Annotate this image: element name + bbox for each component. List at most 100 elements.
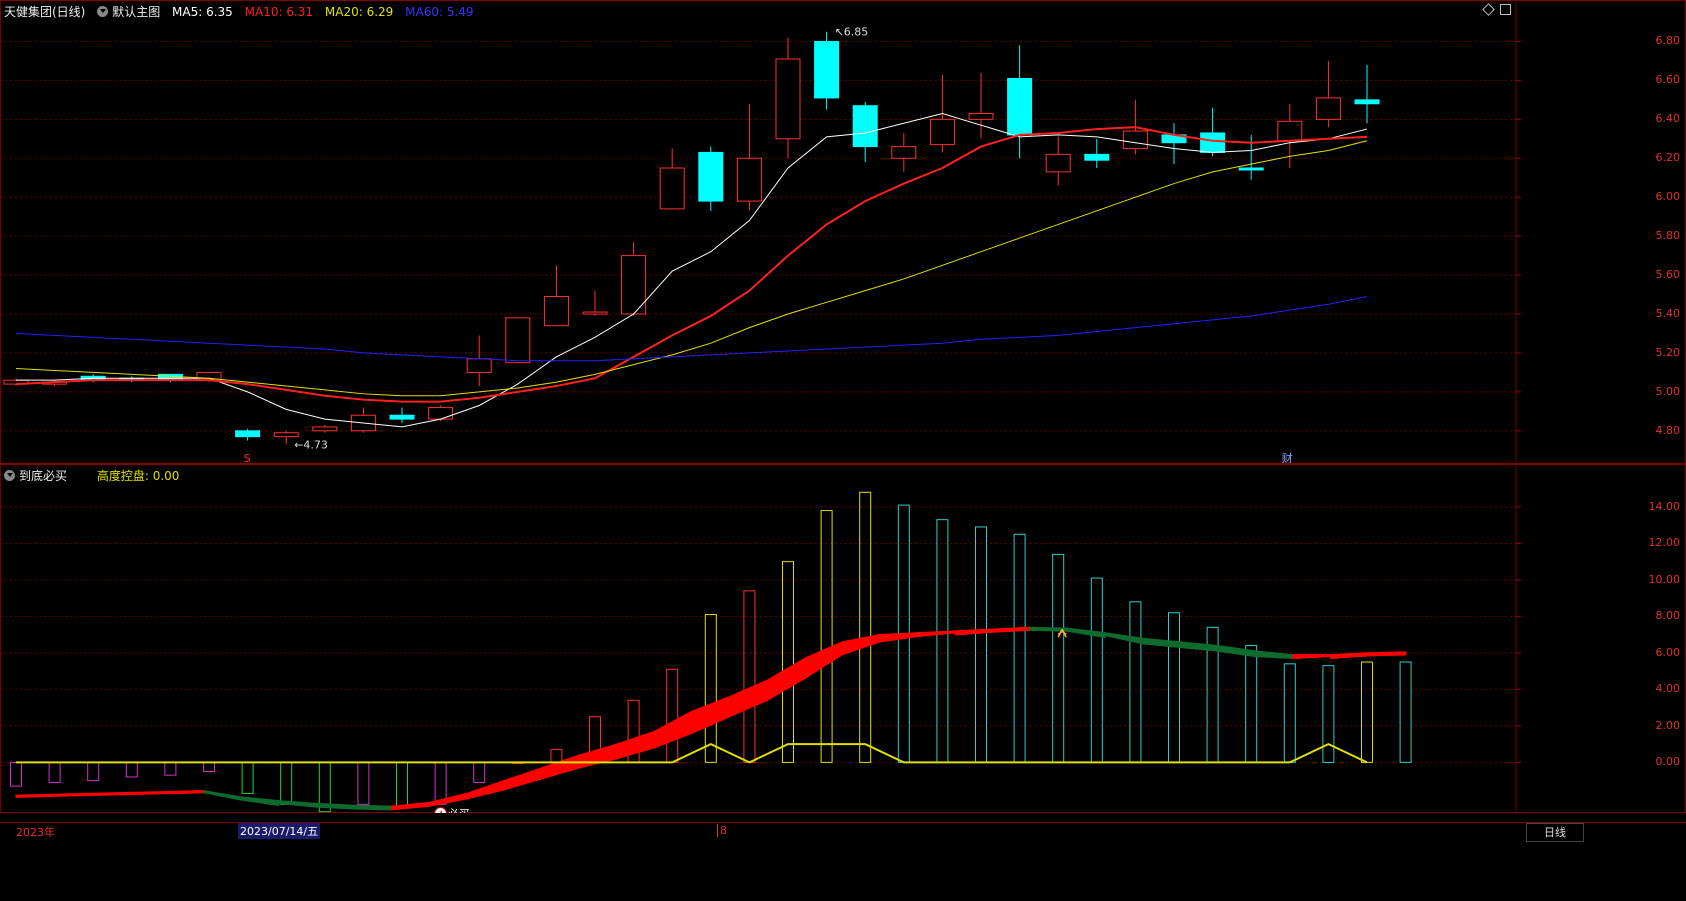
indicator-bar [859, 491, 872, 763]
price-tick-label: 5.20 [1655, 345, 1681, 359]
candle-up [659, 167, 685, 210]
bull-band-segment [616, 730, 656, 760]
indicator-bar [1129, 601, 1142, 763]
x-axis-start-label: 2023年 [16, 826, 55, 839]
candle-up [582, 311, 608, 315]
indicator-bar [1361, 661, 1373, 763]
price-tick-label: 5.00 [1655, 384, 1681, 398]
candle-down [1084, 153, 1110, 161]
indicator-bar [1090, 577, 1103, 763]
candle-up [1315, 97, 1341, 120]
bull-band-segment [128, 790, 167, 796]
high-price-label: ↖6.85 [835, 26, 869, 39]
candle-down [698, 151, 724, 202]
indicator-tick-label: 14.00 [1648, 499, 1681, 513]
bear-band-segment [203, 789, 242, 801]
indicator-bar [164, 761, 177, 776]
bull-band-segment [390, 801, 430, 811]
bull-band-segment [691, 695, 731, 735]
candle-down [814, 40, 840, 99]
candle-down [389, 414, 415, 420]
candle-up [968, 112, 994, 120]
x-axis-month-marker: 8 [717, 824, 727, 837]
indicator-bar [203, 761, 215, 773]
bear-band-segment [1104, 632, 1144, 645]
price-tick-label: 6.40 [1655, 112, 1681, 126]
indicator-tick-label: 10.00 [1648, 572, 1681, 586]
bear-band-segment [1142, 637, 1181, 649]
candle-up [1045, 153, 1071, 173]
indicator-bar [125, 761, 138, 778]
candle-up [312, 426, 338, 432]
indicator-tick-label: 6.00 [1655, 645, 1681, 659]
bull-band-segment [165, 790, 205, 795]
bear-band-segment [315, 802, 355, 810]
buy-marker-plus: + [437, 807, 446, 813]
candle-up [775, 58, 801, 140]
bull-band-segment [916, 630, 956, 638]
indicator-bar [1283, 663, 1296, 763]
indicator-chart: +必买 [0, 463, 1521, 813]
indicator-tick-label: 0.00 [1655, 755, 1681, 769]
candle-down [852, 105, 878, 148]
price-tick-label: 5.40 [1655, 307, 1681, 320]
candle-up [466, 358, 492, 373]
bull-band-segment [1292, 654, 1332, 659]
bear-band-segment [278, 800, 318, 808]
price-tick-label: 4.80 [1655, 423, 1681, 437]
indicator-bar [666, 668, 679, 763]
indicator-bar [1052, 553, 1065, 763]
bull-band-segment [90, 791, 130, 797]
candle-down [1354, 99, 1380, 105]
bull-band-segment [1329, 652, 1369, 660]
bull-band-segment [728, 679, 768, 718]
indicator-bar [357, 761, 370, 805]
bear-band-segment [1066, 627, 1106, 639]
candle-up [1277, 120, 1303, 142]
bull-band-segment [578, 743, 618, 769]
candlestick-chart: ↖6.85←4.73S 财 [0, 0, 1521, 465]
candle-down [235, 430, 261, 438]
candle-up [891, 146, 917, 159]
buy-label: 必买 [448, 807, 470, 813]
candle-up [1122, 130, 1148, 150]
ma10-line [15, 126, 1368, 403]
ma20-line [15, 140, 1368, 397]
indicator-bar [1322, 665, 1335, 763]
indicator-bar [975, 526, 987, 763]
indicator-bar [396, 761, 408, 809]
bull-band-segment [653, 710, 693, 749]
indicator-tick-label: 2.00 [1655, 718, 1681, 732]
bull-band-segment [503, 767, 543, 791]
indicator-bar [704, 614, 717, 763]
indicator-bar [820, 510, 833, 763]
indicator-bar [434, 761, 447, 805]
bear-band-segment [1254, 650, 1294, 659]
bull-band-segment [466, 779, 505, 800]
price-tick-label: 6.60 [1655, 73, 1681, 87]
candle-up [543, 295, 569, 327]
candle-up [929, 118, 955, 146]
crosshair-date-label: 2023/07/14/五 [238, 823, 321, 839]
indicator-tick-label: 4.00 [1655, 682, 1681, 696]
candle-up [273, 432, 299, 438]
indicator-bar [87, 761, 100, 782]
height-control-line [16, 743, 1368, 764]
indicator-bar [1399, 661, 1412, 763]
candle-down [1200, 132, 1226, 153]
period-tab-daily[interactable]: 日线 [1526, 823, 1584, 842]
indicator-bar [1245, 645, 1258, 763]
candle-up [736, 157, 762, 202]
bull-band-segment [804, 641, 843, 680]
bear-band-segment [1217, 644, 1256, 658]
bull-band-segment [52, 792, 92, 797]
bull-band-segment [541, 754, 580, 780]
ma60-line [15, 295, 1368, 362]
bear-band-segment [240, 796, 280, 807]
bear-band-segment [353, 804, 393, 811]
candle-up [505, 317, 531, 364]
indicator-tick-label: 12.00 [1648, 536, 1681, 550]
candle-down [1007, 77, 1033, 136]
indicator-bar [473, 761, 486, 783]
indicator-bar [1168, 612, 1180, 763]
